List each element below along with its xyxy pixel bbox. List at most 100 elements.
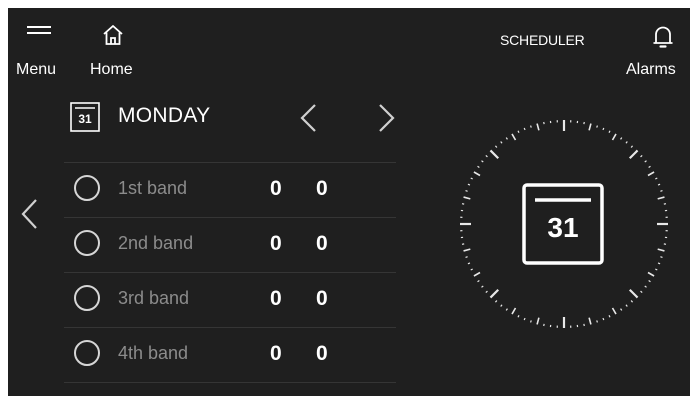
dial-tick	[630, 300, 634, 303]
dial-tick	[463, 248, 471, 252]
dial-tick	[644, 285, 647, 288]
schedule-dial[interactable]: 31	[444, 104, 684, 344]
dial-tick	[630, 145, 634, 148]
dial-tick	[470, 177, 473, 180]
band-label: 2nd band	[118, 233, 194, 253]
dial-tick	[473, 271, 481, 277]
dial-tick	[489, 149, 500, 160]
band-radio[interactable]	[74, 340, 100, 366]
dial-tick	[588, 317, 592, 325]
dial-tick	[463, 196, 471, 200]
home-label: Home	[90, 61, 133, 78]
hamburger-icon	[27, 26, 51, 34]
bell-icon	[653, 26, 673, 48]
dial-tick	[500, 141, 503, 144]
dial-tick	[511, 307, 517, 315]
dial-tick	[596, 125, 598, 128]
dial-tick	[596, 320, 598, 323]
dial-tick	[660, 256, 663, 258]
dial-tick	[467, 262, 471, 265]
dial-tick	[470, 268, 473, 271]
home-button[interactable]: Home	[84, 22, 148, 80]
dial-tick	[608, 130, 611, 133]
dial-tick	[500, 304, 503, 307]
dial-tick	[465, 190, 468, 192]
band-label: 1st band	[118, 178, 188, 198]
dial-tick	[517, 315, 520, 318]
dial-tick	[467, 183, 471, 186]
dial-tick	[648, 165, 651, 168]
calendar-icon-number: 31	[78, 112, 92, 126]
band-value-end[interactable]: 0	[316, 177, 328, 201]
dial-tick	[625, 304, 628, 307]
prev-day-button[interactable]	[292, 98, 328, 138]
next-day-button[interactable]	[368, 98, 404, 138]
dial-tick	[657, 183, 661, 186]
dial-tick	[481, 285, 484, 288]
dial-tick	[608, 315, 611, 318]
alarms-button[interactable]: Alarms	[614, 22, 690, 80]
dial-tick	[477, 165, 480, 168]
calendar-icon: 31	[70, 102, 100, 132]
dial-tick	[611, 307, 617, 315]
day-label: MONDAY	[118, 104, 211, 127]
home-icon	[103, 25, 123, 45]
dial-tick	[465, 256, 468, 258]
chevron-right-icon	[379, 104, 395, 132]
dial-calendar-icon: 31	[521, 182, 605, 266]
band-value-end[interactable]: 0	[316, 232, 328, 256]
dial-tick	[657, 248, 665, 252]
band-row: 1st band 0 0	[64, 162, 396, 217]
dial-tick	[530, 320, 532, 323]
dial-tick	[655, 268, 658, 271]
dial-tick	[485, 290, 488, 294]
dial-tick	[523, 317, 526, 321]
dial-tick	[625, 141, 628, 144]
dial-calendar-number: 31	[547, 212, 579, 243]
band-value-start[interactable]: 0	[270, 342, 282, 366]
menu-button[interactable]: Menu	[8, 22, 74, 80]
band-value-start[interactable]: 0	[270, 177, 282, 201]
band-row: 2nd band 0 0	[64, 217, 396, 272]
band-value-end[interactable]: 0	[316, 287, 328, 311]
band-row: 3rd band 0 0	[64, 272, 396, 327]
alarms-label: Alarms	[626, 61, 676, 78]
dial-tick	[657, 262, 661, 265]
band-label: 4th band	[118, 343, 189, 363]
band-radio[interactable]	[74, 230, 100, 256]
dial-tick	[536, 317, 540, 325]
dial-tick	[602, 127, 605, 131]
dial-tick	[494, 300, 498, 303]
band-radio[interactable]	[74, 285, 100, 311]
prev-page-button[interactable]	[14, 192, 48, 236]
band-label: 3rd band	[118, 288, 190, 308]
band-radio[interactable]	[74, 175, 100, 201]
dial-tick	[536, 123, 540, 131]
dial-tick	[628, 149, 639, 160]
dial-tick	[517, 130, 520, 133]
dial-tick	[611, 133, 617, 141]
dial-tick	[620, 137, 623, 140]
band-row: 4th band 0 0	[64, 327, 396, 383]
page-title: SCHEDULER	[500, 32, 585, 48]
dial-tick	[657, 196, 665, 200]
band-value-start[interactable]: 0	[270, 287, 282, 311]
dial-tick	[602, 317, 605, 321]
chevron-left-icon	[300, 104, 316, 132]
dial-tick	[647, 271, 655, 277]
dial-tick	[481, 160, 484, 163]
band-value-end[interactable]: 0	[316, 342, 328, 366]
dial-tick	[489, 288, 500, 299]
dial-tick	[640, 154, 643, 158]
menu-label: Menu	[16, 61, 57, 78]
dial-tick	[655, 177, 658, 180]
dial-tick	[628, 288, 639, 299]
dial-tick	[494, 145, 498, 148]
band-value-start[interactable]: 0	[270, 232, 282, 256]
dial-tick	[648, 280, 651, 283]
dial-tick	[640, 290, 643, 294]
dial-tick	[530, 125, 532, 128]
dial-tick	[505, 137, 508, 140]
dial-tick	[505, 308, 508, 311]
dial-tick	[588, 123, 592, 131]
